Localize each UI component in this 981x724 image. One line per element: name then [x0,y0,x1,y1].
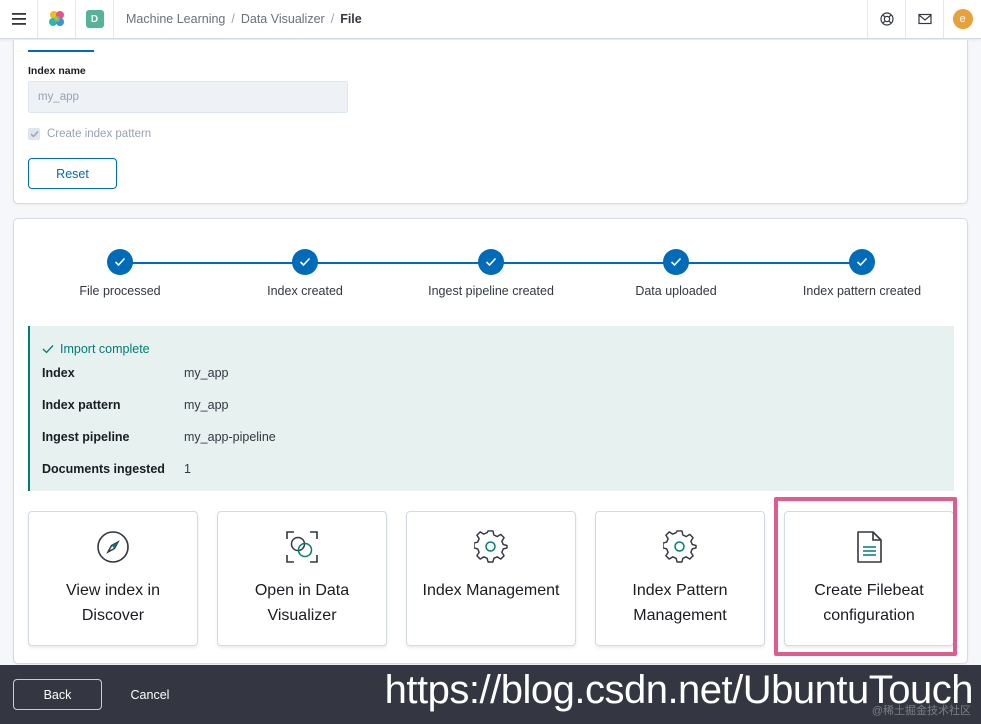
card-title: Index Pattern Management [632,582,728,624]
step-data-uploaded: Data uploaded [601,249,751,298]
top-header: D Machine Learning / Data Visualizer / F… [0,0,981,39]
breadcrumb-machine-learning[interactable]: Machine Learning [126,12,225,26]
result-key: Index [42,366,75,380]
back-button[interactable]: Back [13,679,102,710]
hamburger-icon [11,13,26,25]
step-complete-check-icon [663,249,689,275]
document-icon [852,530,886,564]
step-index-created: Index created [230,249,380,298]
checkmark-icon [30,131,39,138]
next-actions: View index in Discover Open in Data Visu… [28,511,954,647]
result-key: Ingest pipeline [42,430,130,444]
selected-tab-indicator [28,50,94,52]
step-ingest-pipeline-created: Ingest pipeline created [416,249,566,298]
open-in-data-visualizer-card[interactable]: Open in Data Visualizer [217,511,387,646]
create-filebeat-configuration-card[interactable]: Create Filebeat configuration [784,511,954,646]
import-steps: File processed Index created Ingest pipe… [14,249,969,309]
index-management-card[interactable]: Index Management [406,511,576,646]
import-complete-callout: Import complete Index my_app Index patte… [28,326,954,491]
space-avatar: D [85,10,104,28]
elastic-logo-icon [48,11,64,26]
create-index-pattern-checkbox-row[interactable]: Create index pattern [28,128,151,140]
card-title: Index Management [422,582,560,599]
compass-icon [96,530,130,564]
breadcrumb-data-visualizer[interactable]: Data Visualizer [241,12,325,26]
index-name-label: Index name [28,65,86,77]
space-selector[interactable]: D [76,0,114,38]
step-label: Index created [267,284,343,298]
elastic-logo[interactable] [38,0,76,38]
help-lifebuoy-icon [879,12,894,26]
import-progress-panel: File processed Index created Ingest pipe… [13,218,968,664]
card-title: Open in Data Visualizer [254,582,350,624]
mail-icon [917,13,932,25]
step-file-processed: File processed [45,249,195,298]
result-key: Index pattern [42,398,121,412]
data-visualizer-icon [285,530,319,564]
newsfeed-button[interactable] [905,0,943,38]
import-complete-title: Import complete [42,342,150,356]
source-watermark: @稀土掘金技术社区 [871,705,971,717]
gear-icon [663,530,697,564]
result-value: my_app-pipeline [184,430,276,444]
check-icon [42,345,54,354]
help-button[interactable] [867,0,905,38]
breadcrumb-file: File [340,12,362,26]
breadcrumb-separator: / [231,12,235,26]
card-title: View index in Discover [66,582,160,624]
step-complete-check-icon [107,249,133,275]
breadcrumb-separator: / [330,12,335,26]
step-index-pattern-created: Index pattern created [787,249,937,298]
step-label: Data uploaded [635,284,717,298]
bottom-action-bar: Back Cancel https://blog.csdn.net/Ubuntu… [0,665,981,724]
breadcrumb: Machine Learning / Data Visualizer / Fil… [114,12,362,26]
import-complete-title-text: Import complete [60,342,150,356]
step-complete-check-icon [292,249,318,275]
step-label: Index pattern created [802,284,922,298]
result-value: 1 [184,462,191,476]
avatar: e [952,9,973,29]
gear-icon [474,530,508,564]
step-label: Ingest pipeline created [428,284,554,298]
create-index-pattern-label: Create index pattern [47,128,152,140]
view-in-discover-card[interactable]: View index in Discover [28,511,198,646]
card-title: Create Filebeat configuration [814,582,924,624]
reset-button[interactable]: Reset [28,158,117,189]
result-value: my_app [184,366,229,380]
create-index-pattern-checkbox[interactable] [28,128,40,140]
import-settings-panel: Index name Create index pattern Reset [13,40,968,204]
user-menu-button[interactable]: e [943,0,981,38]
result-key: Documents ingested [42,462,165,476]
index-pattern-management-card[interactable]: Index Pattern Management [595,511,765,646]
menu-toggle-button[interactable] [0,0,38,38]
cancel-button[interactable]: Cancel [116,679,184,710]
step-label: File processed [79,284,161,298]
step-complete-check-icon [849,249,875,275]
index-name-input[interactable] [28,81,348,113]
step-complete-check-icon [478,249,504,275]
result-value: my_app [184,398,229,412]
